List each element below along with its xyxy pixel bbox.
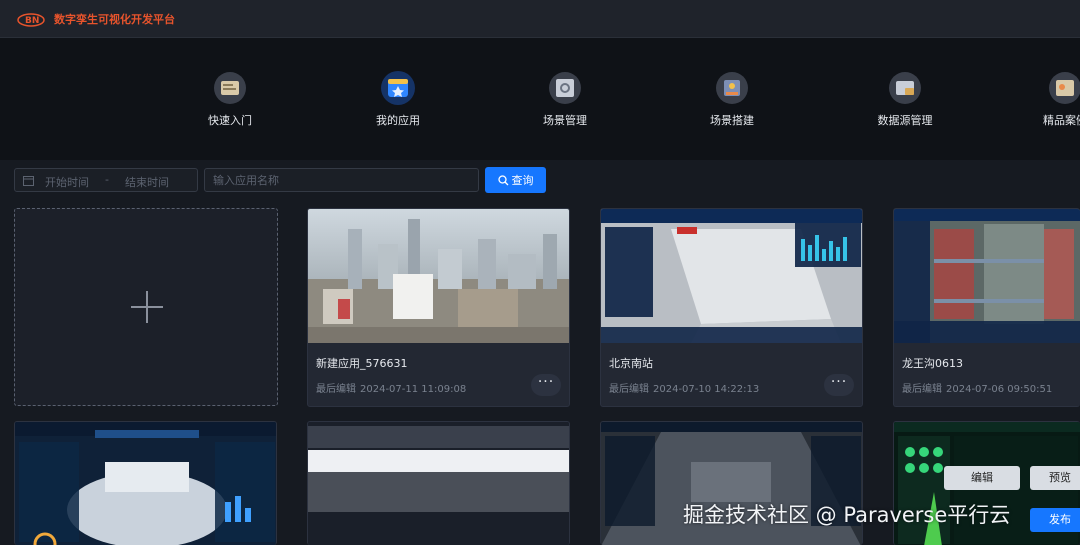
my-apps-icon	[381, 71, 415, 105]
app-thumbnail	[894, 209, 1080, 343]
watermark: 掘金技术社区 @ Paraverse平行云	[683, 503, 1011, 527]
more-button[interactable]: ···	[531, 374, 561, 396]
datasource-icon	[889, 72, 921, 104]
app-thumbnail	[308, 422, 569, 545]
app-card[interactable]: 北京南站 最后编辑 2024-07-10 14:22:13 ···	[600, 208, 863, 407]
nav-datasource[interactable]: 数据源管理	[845, 70, 965, 140]
nav-label: 精品案例	[1043, 114, 1080, 127]
scene-manage-icon	[549, 72, 581, 104]
preview-button[interactable]: 预览	[1030, 466, 1080, 490]
edit-time-value: 2024-07-11 11:09:08	[360, 384, 467, 395]
calendar-icon	[23, 176, 34, 186]
edit-time-label: 最后编辑	[609, 384, 649, 395]
end-date-field[interactable]: 结束时间	[125, 174, 169, 190]
showcase-icon	[1049, 72, 1080, 104]
nav-bar: 快速入门 我的应用 场景管理 场景搭建 数据源管理 精品案	[0, 38, 1080, 160]
publish-button[interactable]: 发布	[1030, 508, 1080, 532]
app-card[interactable]	[14, 421, 277, 545]
edit-time-label: 最后编辑	[316, 384, 356, 395]
edit-button[interactable]: 编辑	[944, 466, 1020, 490]
nav-my-apps[interactable]: 我的应用	[338, 70, 458, 140]
nav-label: 场景搭建	[710, 114, 754, 127]
search-label: 查询	[511, 174, 534, 187]
edit-time-value: 2024-07-10 14:22:13	[653, 384, 760, 395]
app-thumbnail	[308, 209, 569, 343]
nav-scene-build[interactable]: 场景搭建	[672, 70, 792, 140]
date-range-picker[interactable]: 开始时间 - 结束时间	[14, 168, 198, 192]
app-card[interactable]: 新建应用_576631 最后编辑 2024-07-11 11:09:08 ···	[307, 208, 570, 407]
top-bar: BN 数字孪生可视化开发平台	[0, 0, 1080, 38]
app-name-input[interactable]	[204, 168, 479, 192]
app-card[interactable]	[307, 421, 570, 545]
more-button[interactable]: ···	[824, 374, 854, 396]
search-icon	[497, 174, 508, 185]
app-card[interactable]: 龙王沟0613 最后编辑 2024-07-06 09:50:51	[893, 208, 1080, 407]
app-title: 数字孪生可视化开发平台	[54, 13, 175, 26]
app-name: 新建应用_576631	[316, 357, 408, 370]
app-name: 龙王沟0613	[902, 357, 963, 370]
nav-label: 场景管理	[543, 114, 587, 127]
nav-label: 我的应用	[376, 114, 420, 127]
edit-time-label: 最后编辑	[902, 384, 942, 395]
date-separator: -	[105, 173, 109, 186]
app-thumbnail	[15, 422, 276, 545]
app-thumbnail	[601, 209, 862, 343]
start-date-field[interactable]: 开始时间	[45, 174, 89, 190]
logo-icon: BN	[17, 13, 45, 27]
new-app-card[interactable]	[14, 208, 278, 406]
nav-label: 快速入门	[208, 114, 252, 127]
nav-quick-start[interactable]: 快速入门	[170, 70, 290, 140]
app-name: 北京南站	[609, 357, 653, 370]
plus-icon	[131, 291, 163, 323]
scene-build-icon	[716, 72, 748, 104]
nav-showcase[interactable]: 精品案例	[1005, 70, 1080, 140]
nav-label: 数据源管理	[877, 114, 933, 127]
svg-text:BN: BN	[25, 16, 39, 26]
app-edit-time: 最后编辑 2024-07-10 14:22:13	[609, 380, 759, 395]
filter-bar: 开始时间 - 结束时间 查询	[0, 160, 1080, 200]
app-edit-time: 最后编辑 2024-07-06 09:50:51	[902, 380, 1052, 395]
quick-start-icon	[214, 72, 246, 104]
nav-scene-manage[interactable]: 场景管理	[505, 70, 625, 140]
edit-time-value: 2024-07-06 09:50:51	[946, 384, 1053, 395]
search-button[interactable]: 查询	[485, 167, 546, 193]
app-edit-time: 最后编辑 2024-07-11 11:09:08	[316, 380, 466, 395]
